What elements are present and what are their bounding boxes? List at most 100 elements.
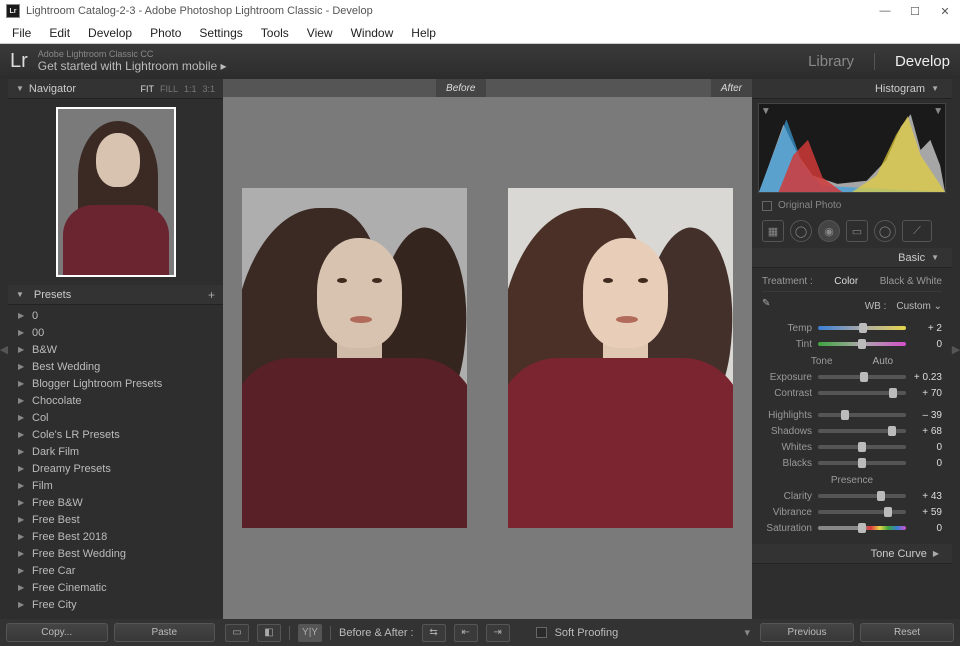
navigator-header[interactable]: ▼ Navigator FITFILL1:13:1: [8, 79, 223, 99]
nav-zoom-1-1[interactable]: 1:1: [184, 84, 197, 94]
exposure-slider[interactable]: Exposure+ 0.23: [762, 369, 942, 385]
copy-button[interactable]: Copy...: [6, 623, 108, 642]
preset-folder[interactable]: ▶Free B&W: [8, 494, 223, 511]
preset-folder[interactable]: ▶Free Cinematic: [8, 579, 223, 596]
whites-slider[interactable]: Whites0: [762, 439, 942, 455]
menu-view[interactable]: View: [299, 24, 341, 42]
slider-track[interactable]: [818, 326, 906, 330]
nav-zoom-3-1[interactable]: 3:1: [202, 84, 215, 94]
toolbar-menu-button[interactable]: ▾: [744, 626, 750, 639]
gradient-tool[interactable]: ▭: [846, 220, 868, 242]
preset-folder[interactable]: ▶Free City: [8, 596, 223, 613]
slider-track[interactable]: [818, 429, 906, 433]
tone-curve-header[interactable]: Tone Curve ▶: [752, 544, 952, 564]
tint-slider[interactable]: Tint0: [762, 336, 942, 352]
preset-folder[interactable]: ▶Free Best Wedding: [8, 545, 223, 562]
treatment-color[interactable]: Color: [834, 276, 858, 287]
redeye-tool[interactable]: ◉: [818, 220, 840, 242]
minimize-button[interactable]: —: [870, 0, 900, 22]
blacks-slider[interactable]: Blacks0: [762, 455, 942, 471]
wb-dropdown[interactable]: Custom ⌄: [896, 301, 942, 312]
maximize-button[interactable]: ☐: [900, 0, 930, 22]
slider-track[interactable]: [818, 445, 906, 449]
ba-swap-button[interactable]: ⇆: [422, 624, 446, 642]
crop-tool[interactable]: ▦: [762, 220, 784, 242]
vibrance-slider[interactable]: Vibrance+ 59: [762, 504, 942, 520]
preset-folder[interactable]: ▶Chocolate: [8, 392, 223, 409]
slider-thumb[interactable]: [859, 323, 867, 333]
menu-develop[interactable]: Develop: [80, 24, 140, 42]
ba-split-button[interactable]: Y|Y: [298, 624, 322, 642]
radial-tool[interactable]: ◯: [874, 220, 896, 242]
preset-folder[interactable]: ▶Free Car: [8, 562, 223, 579]
temp-slider[interactable]: Temp+ 2: [762, 320, 942, 336]
original-photo-toggle[interactable]: Original Photo: [752, 197, 952, 214]
slider-thumb[interactable]: [889, 388, 897, 398]
slider-thumb[interactable]: [884, 507, 892, 517]
slider-thumb[interactable]: [888, 426, 896, 436]
paste-button[interactable]: Paste: [114, 623, 216, 642]
basic-header[interactable]: Basic ▼: [752, 248, 952, 268]
previous-button[interactable]: Previous: [760, 623, 854, 642]
slider-thumb[interactable]: [858, 339, 866, 349]
histogram-header[interactable]: Histogram ▼: [752, 79, 952, 99]
preset-folder[interactable]: ▶Dreamy Presets: [8, 460, 223, 477]
histogram[interactable]: [758, 103, 946, 193]
slider-thumb[interactable]: [860, 372, 868, 382]
menu-help[interactable]: Help: [403, 24, 444, 42]
close-button[interactable]: ✕: [930, 0, 960, 22]
highlights-slider[interactable]: Highlights– 39: [762, 407, 942, 423]
preset-folder[interactable]: ▶Cole's LR Presets: [8, 426, 223, 443]
before-canvas[interactable]: [223, 97, 487, 619]
eyedropper-icon[interactable]: ✎: [762, 298, 778, 314]
slider-track[interactable]: [818, 375, 906, 379]
right-panel-toggle[interactable]: ▶: [952, 79, 960, 619]
shadows-slider[interactable]: Shadows+ 68: [762, 423, 942, 439]
treatment-bw[interactable]: Black & White: [880, 276, 942, 287]
menu-window[interactable]: Window: [343, 24, 402, 42]
slider-track[interactable]: [818, 413, 906, 417]
brush-tool[interactable]: ⟋: [902, 220, 932, 242]
nav-zoom-fit[interactable]: FIT: [140, 84, 154, 94]
ba-copy-right-button[interactable]: ⇥: [486, 624, 510, 642]
mobile-link[interactable]: Get started with Lightroom mobile ▸: [38, 60, 227, 73]
module-develop[interactable]: Develop: [895, 53, 950, 70]
presets-header[interactable]: ▼ Presets +: [8, 285, 223, 305]
menu-file[interactable]: File: [4, 24, 39, 42]
preset-folder[interactable]: ▶Free Best 2018: [8, 528, 223, 545]
nav-zoom-fill[interactable]: FILL: [160, 84, 178, 94]
slider-track[interactable]: [818, 510, 906, 514]
preset-folder[interactable]: ▶Free Best: [8, 511, 223, 528]
spot-tool[interactable]: ◯: [790, 220, 812, 242]
slider-track[interactable]: [818, 494, 906, 498]
auto-button[interactable]: Auto: [873, 356, 894, 367]
soft-proof-checkbox[interactable]: [536, 627, 547, 638]
add-preset-button[interactable]: +: [208, 288, 215, 302]
preset-folder[interactable]: ▶Dark Film: [8, 443, 223, 460]
slider-track[interactable]: [818, 526, 906, 530]
ba-copy-left-button[interactable]: ⇤: [454, 624, 478, 642]
slider-track[interactable]: [818, 342, 906, 346]
module-library[interactable]: Library: [808, 53, 854, 70]
loupe-view-button[interactable]: ▭: [225, 624, 249, 642]
preset-folder[interactable]: ▶Best Wedding: [8, 358, 223, 375]
slider-thumb[interactable]: [877, 491, 885, 501]
preset-folder[interactable]: ▶00: [8, 324, 223, 341]
slider-thumb[interactable]: [858, 523, 866, 533]
preset-folder[interactable]: ▶Film: [8, 477, 223, 494]
saturation-slider[interactable]: Saturation0: [762, 520, 942, 536]
slider-track[interactable]: [818, 461, 906, 465]
preset-folder[interactable]: ▶Blogger Lightroom Presets: [8, 375, 223, 392]
slider-thumb[interactable]: [858, 458, 866, 468]
clarity-slider[interactable]: Clarity+ 43: [762, 488, 942, 504]
menu-photo[interactable]: Photo: [142, 24, 189, 42]
slider-thumb[interactable]: [858, 442, 866, 452]
menu-edit[interactable]: Edit: [41, 24, 78, 42]
menu-settings[interactable]: Settings: [191, 24, 250, 42]
preset-folder[interactable]: ▶Col: [8, 409, 223, 426]
preset-folder[interactable]: ▶0: [8, 307, 223, 324]
reset-button[interactable]: Reset: [860, 623, 954, 642]
ba-lr-button[interactable]: ◧: [257, 624, 281, 642]
left-panel-toggle[interactable]: ◀: [0, 79, 8, 619]
slider-track[interactable]: [818, 391, 906, 395]
